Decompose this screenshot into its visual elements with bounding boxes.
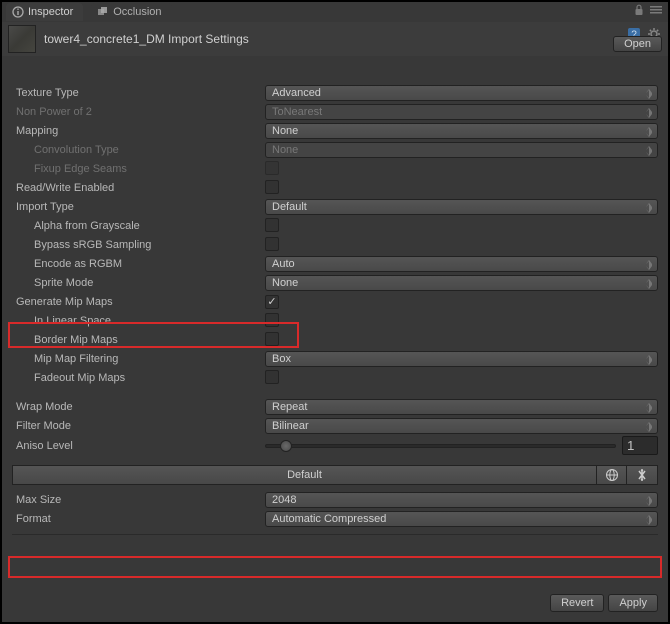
bypass-srgb-checkbox[interactable]: ✓	[265, 237, 279, 251]
import-type-label: Import Type	[12, 201, 265, 213]
asset-thumbnail	[8, 25, 36, 53]
aniso-value-input[interactable]	[622, 436, 658, 455]
alpha-gs-checkbox[interactable]: ✓	[265, 218, 279, 232]
occlusion-icon	[97, 6, 109, 18]
border-mip-checkbox[interactable]: ✓	[265, 332, 279, 346]
platform-standalone-icon[interactable]	[627, 466, 657, 484]
wrap-label: Wrap Mode	[12, 401, 265, 413]
linear-checkbox[interactable]: ✓	[265, 313, 279, 327]
tab-inspector[interactable]: Inspector	[6, 3, 83, 21]
platform-tab-bar: Default	[12, 465, 658, 485]
open-button[interactable]: Open	[613, 36, 662, 52]
lock-icon[interactable]	[634, 4, 644, 19]
fixup-checkbox: ✓	[265, 161, 279, 175]
filter-dropdown[interactable]: Bilinear	[265, 418, 658, 434]
info-icon	[12, 6, 24, 18]
gen-mip-checkbox[interactable]: ✓	[265, 295, 279, 309]
asset-title: tower4_concrete1_DM Import Settings	[44, 32, 249, 46]
max-size-dropdown[interactable]: 2048	[265, 492, 658, 508]
tab-inspector-label: Inspector	[28, 6, 73, 18]
encode-rgbm-dropdown[interactable]: Auto	[265, 256, 658, 272]
read-write-checkbox[interactable]: ✓	[265, 180, 279, 194]
linear-label: In Linear Space	[12, 315, 265, 327]
border-mip-label: Border Mip Maps	[12, 334, 265, 346]
tab-menu-icon[interactable]	[650, 5, 662, 18]
texture-type-label: Texture Type	[12, 87, 265, 99]
import-type-dropdown[interactable]: Default	[265, 199, 658, 215]
encode-rgbm-label: Encode as RGBM	[12, 258, 265, 270]
wrap-dropdown[interactable]: Repeat	[265, 399, 658, 415]
mip-filter-dropdown[interactable]: Box	[265, 351, 658, 367]
conv-type-dropdown: None	[265, 142, 658, 158]
gen-mip-label: Generate Mip Maps	[12, 296, 265, 308]
npot-label: Non Power of 2	[12, 106, 265, 118]
alpha-gs-label: Alpha from Grayscale	[12, 220, 265, 232]
mapping-dropdown[interactable]: None	[265, 123, 658, 139]
tab-occlusion[interactable]: Occlusion	[91, 3, 171, 21]
mapping-label: Mapping	[12, 125, 265, 137]
sprite-mode-dropdown[interactable]: None	[265, 275, 658, 291]
read-write-label: Read/Write Enabled	[12, 182, 265, 194]
mip-filter-label: Mip Map Filtering	[12, 353, 265, 365]
aniso-slider-thumb[interactable]	[280, 440, 292, 452]
tab-bar: Inspector Occlusion	[2, 2, 668, 22]
bypass-srgb-label: Bypass sRGB Sampling	[12, 239, 265, 251]
separator	[12, 534, 658, 535]
filter-label: Filter Mode	[12, 420, 265, 432]
fixup-label: Fixup Edge Seams	[12, 163, 265, 175]
highlight-format	[8, 556, 662, 578]
apply-button[interactable]: Apply	[608, 594, 658, 612]
aniso-label: Aniso Level	[12, 440, 265, 452]
fadeout-checkbox[interactable]: ✓	[265, 370, 279, 384]
platform-default-tab[interactable]: Default	[13, 466, 597, 484]
aniso-slider[interactable]	[265, 444, 616, 448]
format-label: Format	[12, 513, 265, 525]
npot-dropdown: ToNearest	[265, 104, 658, 120]
texture-type-dropdown[interactable]: Advanced	[265, 85, 658, 101]
sprite-mode-label: Sprite Mode	[12, 277, 265, 289]
fadeout-label: Fadeout Mip Maps	[12, 372, 265, 384]
asset-header: tower4_concrete1_DM Import Settings ?	[2, 22, 668, 56]
conv-type-label: Convolution Type	[12, 144, 265, 156]
tab-occlusion-label: Occlusion	[113, 6, 161, 18]
format-dropdown[interactable]: Automatic Compressed	[265, 511, 658, 527]
platform-web-icon[interactable]	[597, 466, 627, 484]
revert-button[interactable]: Revert	[550, 594, 604, 612]
max-size-label: Max Size	[12, 494, 265, 506]
